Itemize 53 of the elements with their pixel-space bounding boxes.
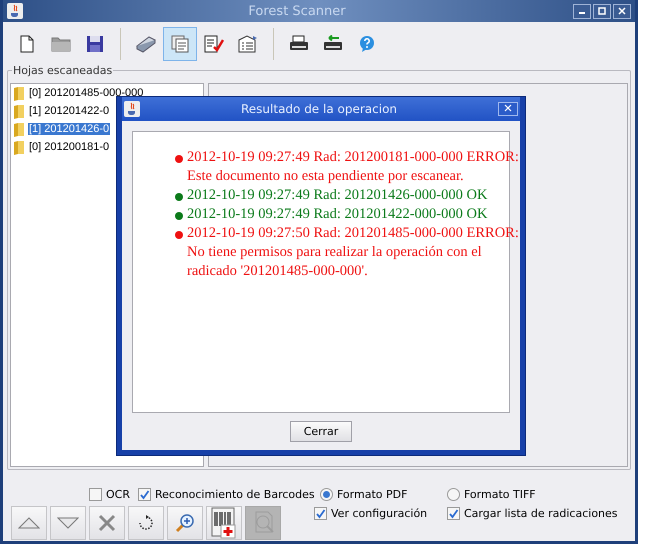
triangle-down-icon [57,517,79,529]
checkbox[interactable] [89,488,102,500]
radio-button[interactable] [447,488,460,500]
maximize-icon [598,7,606,15]
scanner-icon [135,35,157,53]
tree-item[interactable]: [1] 201201422-0 [28,105,110,117]
printer-arrow-icon [323,35,343,53]
group-legend: Hojas escaneadas [12,64,114,77]
close-icon [618,7,626,15]
folder-icon [13,104,25,118]
result-message: 2012-10-19 09:27:49 Rad: 201201426-000-000 OK [187,186,488,205]
tree-item[interactable]: [0] 201200181-0 [28,141,110,153]
document-list-icon [238,35,258,53]
maximize-button[interactable] [593,4,611,18]
radio-button[interactable] [320,488,333,500]
tree-item[interactable]: [1] 201201426-0 [28,123,110,135]
result-message: 2012-10-19 09:27:50 Rad: 201201485-000-000 ERROR: No tiene permisos para realizar la operación con el radicado '201201485-000-000'. [187,224,519,281]
folder-icon [51,36,71,52]
close-dialog-button[interactable]: Cerrar [290,421,352,442]
dialog-title: Resultado de la operacion [240,102,398,116]
folder-icon [13,140,25,154]
window-title: Forest Scanner [247,4,347,18]
folder-icon [13,122,25,136]
checkbox-label: Ver configuración [331,507,428,520]
folder-icon [13,86,25,100]
radio-label: Formato TIFF [464,488,536,500]
checkbox[interactable] [314,507,327,520]
result-message: 2012-10-19 09:27:49 Rad: 201201422-000-000 OK [187,205,488,224]
zoom-in-icon [175,513,195,533]
close-button[interactable] [613,4,631,18]
checkbox-label: OCR [106,488,130,500]
rotate-icon [138,515,154,531]
toolbar-button[interactable] [163,27,197,61]
triangle-up-icon [18,517,40,529]
printer-icon [289,35,309,53]
checkbox-label: Reconocimiento de Barcodes [154,488,315,500]
checkbox[interactable] [447,507,460,520]
blank-page-icon [20,35,34,53]
minimize-button[interactable] [573,4,591,18]
action-button[interactable] [206,506,242,540]
java-cup-icon [7,3,23,19]
checkbox[interactable] [138,488,151,500]
help-icon [358,35,376,53]
document-check-icon [204,35,224,53]
radio-label: Formato PDF [337,488,408,500]
stacked-pages-icon [171,35,189,53]
close-button[interactable] [498,102,518,116]
result-message: 2012-10-19 09:27:49 Rad: 201200181-000-000 ERROR: Este documento no esta pendiente por escanear. [187,148,519,186]
checkbox-label: Cargar lista de radicaciones [464,507,618,520]
tree-item[interactable]: [0] 201201485-000-000 [28,87,144,99]
close-icon [98,514,116,532]
java-cup-icon [124,101,140,117]
close-icon [504,104,512,112]
